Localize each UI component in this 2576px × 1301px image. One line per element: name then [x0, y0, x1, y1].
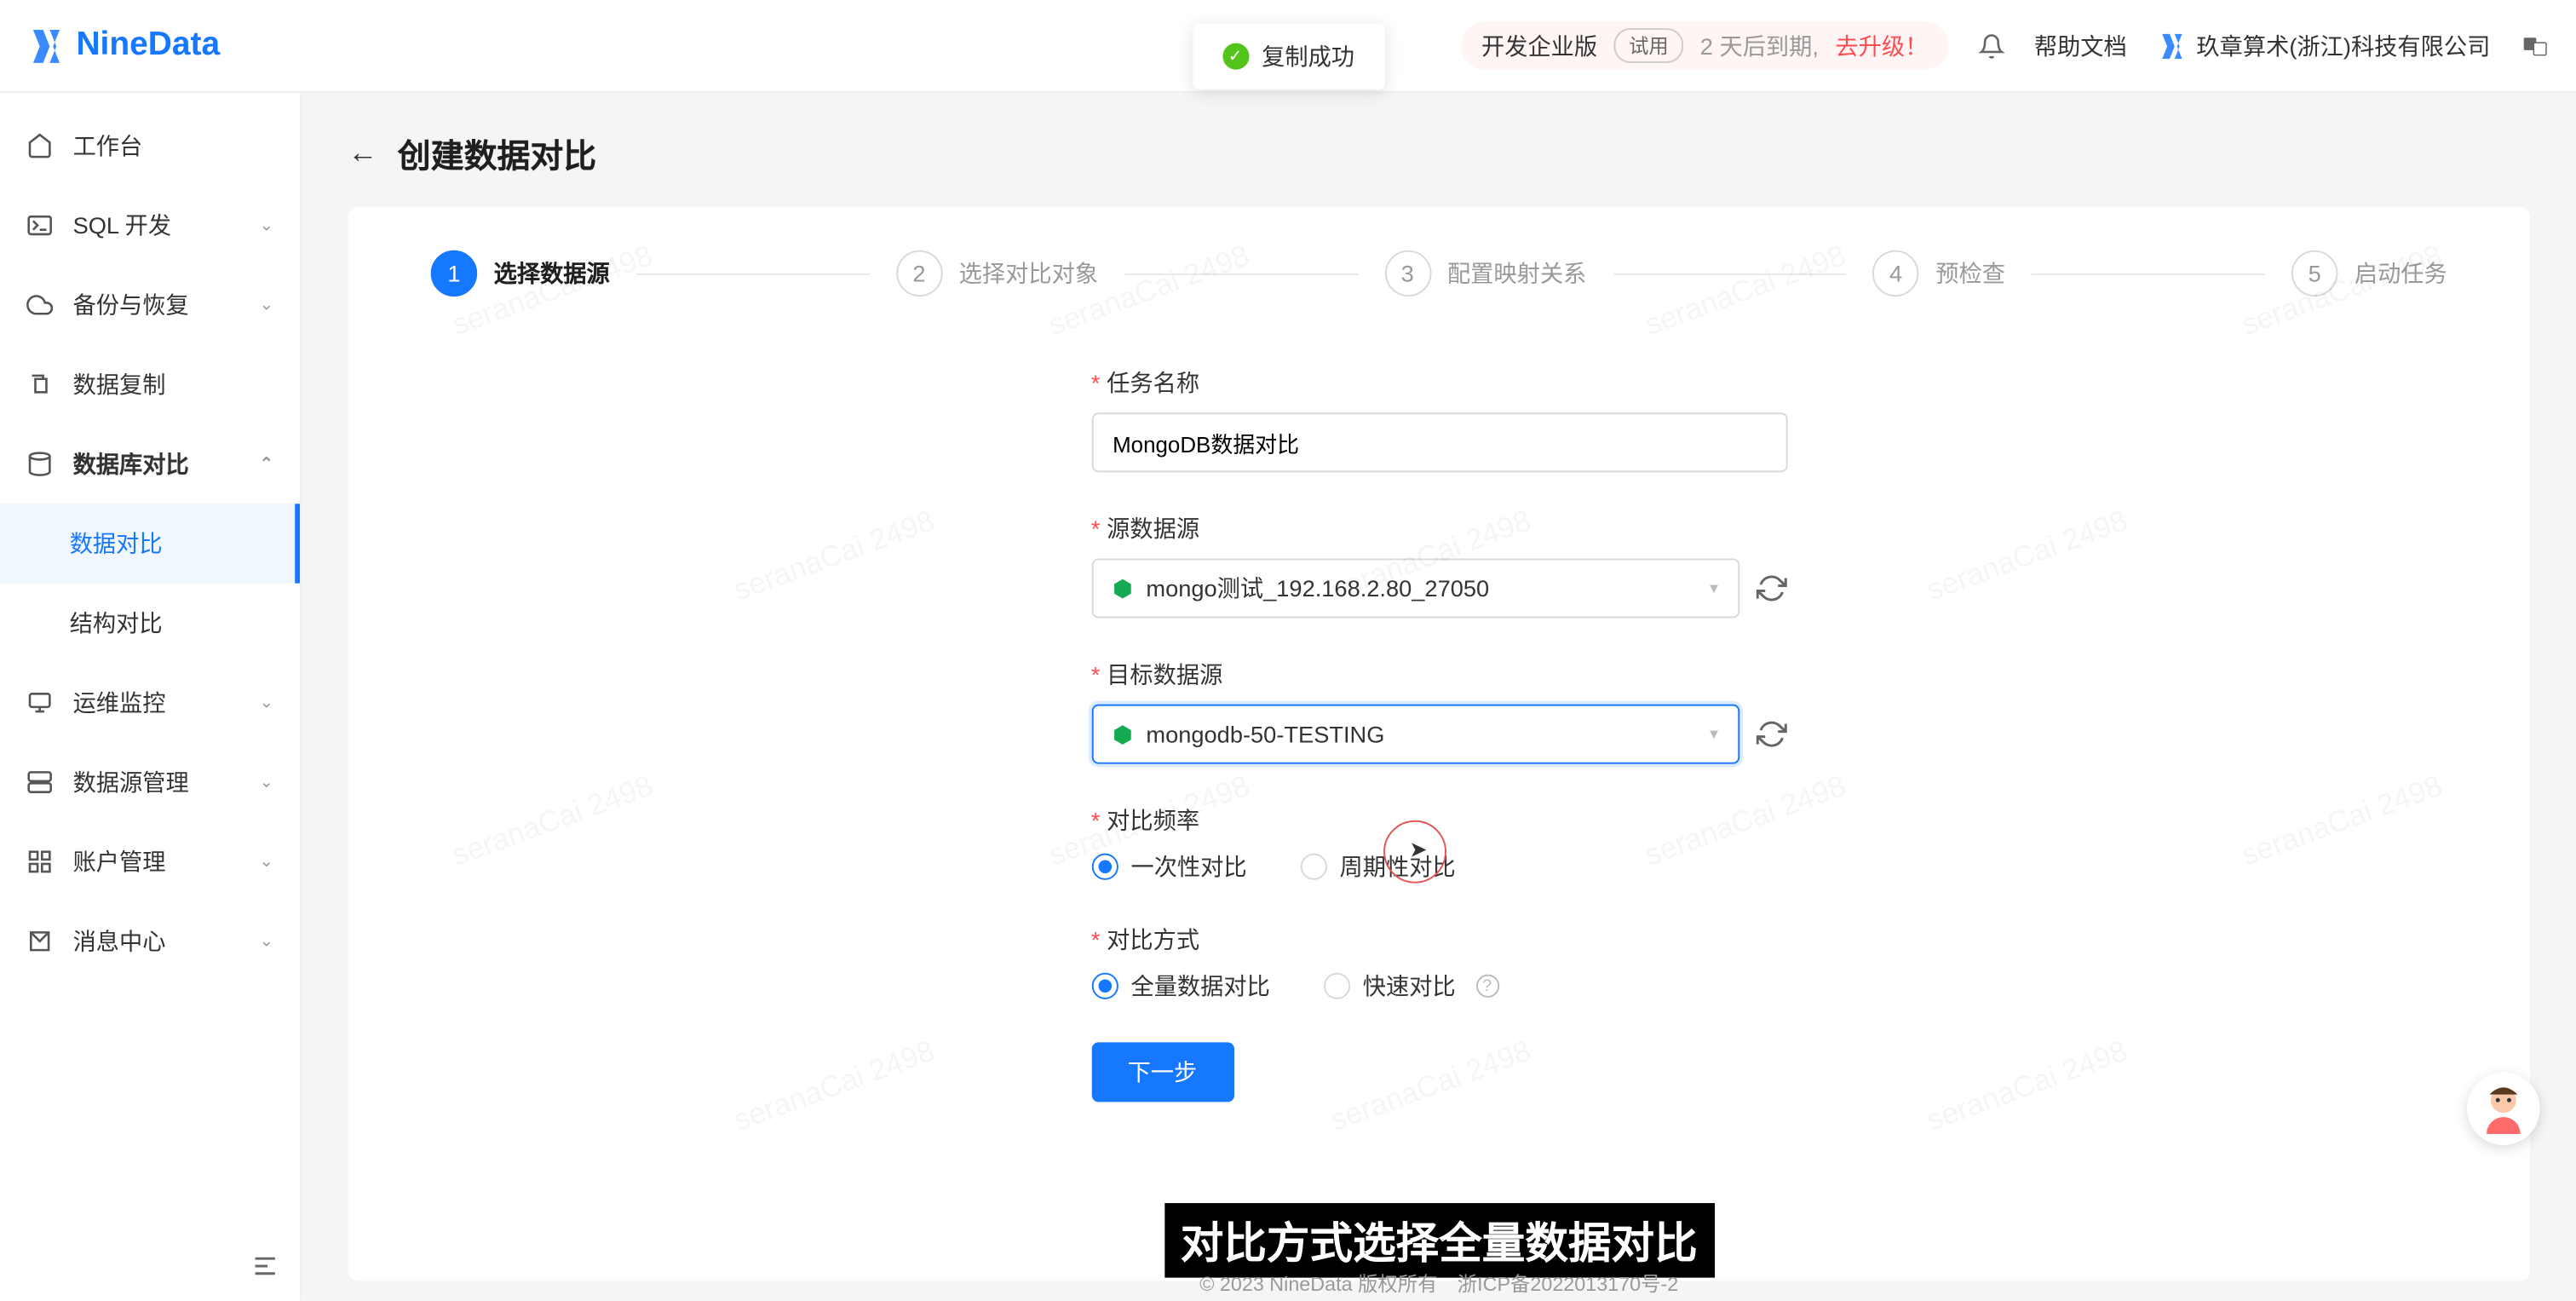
footer-copyright: © 2023 NineData 版权所有 浙ICP备2022013170号-2 [1199, 1269, 1678, 1298]
radio-fast[interactable]: 快速对比? [1323, 970, 1498, 1003]
back-arrow-icon[interactable]: ← [348, 135, 377, 170]
sidebar-item[interactable]: SQL 开发 ⌄ [0, 186, 300, 265]
home-icon [26, 133, 53, 159]
radio-periodic[interactable]: 周期性对比 [1300, 850, 1456, 884]
chevron-down-icon: ⌄ [260, 216, 273, 234]
chevron-down-icon: ⌄ [260, 296, 273, 314]
chevron-down-icon: ▾ [1710, 725, 1718, 743]
account-icon [26, 849, 53, 875]
sidebar: 工作台SQL 开发⌄备份与恢复⌄数据复制数据库对比⌃数据对比结构对比运维监控⌄数… [0, 93, 302, 1301]
copy-icon [26, 371, 53, 398]
sidebar-item-label: 备份与恢复 [73, 288, 189, 321]
cloud-icon [26, 291, 53, 318]
edition-badge: 开发企业版 试用 2 天后到期, 去升级！ [1462, 21, 1948, 69]
radio-full[interactable]: 全量数据对比 [1091, 970, 1270, 1003]
logo-text: NineData [76, 26, 220, 65]
mode-label: *对比方式 [1091, 923, 1787, 956]
sidebar-item[interactable]: 数据对比 [0, 504, 300, 583]
step-5: 5启动任务 [2291, 250, 2447, 296]
steps: 1选择数据源 2选择对比对象 3配置映射关系 4预检查 5启动任务 [421, 250, 2457, 296]
watermark: seranaCai 2498 [729, 1033, 939, 1138]
logo[interactable]: NineData [26, 26, 220, 66]
reload-icon[interactable] [1757, 572, 1787, 605]
page-title: 创建数据对比 [398, 130, 596, 177]
sidebar-item-label: 运维监控 [73, 686, 166, 719]
trial-tag: 试用 [1614, 28, 1684, 63]
sidebar-item[interactable]: 数据源管理 ⌄ [0, 742, 300, 821]
sidebar-item[interactable]: 账户管理 ⌄ [0, 822, 300, 901]
chevron-down-icon: ⌄ [260, 853, 273, 871]
next-button[interactable]: 下一步 [1091, 1042, 1233, 1102]
sidebar-item[interactable]: 运维监控 ⌄ [0, 663, 300, 742]
watermark: seranaCai 2498 [729, 504, 939, 608]
form-card: seranaCai 2498 seranaCai 2498 seranaCai … [348, 207, 2530, 1281]
step-4: 4预检查 [1872, 250, 2005, 296]
bell-icon[interactable] [1978, 32, 2004, 59]
terminal-icon [26, 212, 53, 239]
chevron-up-icon: ⌃ [260, 455, 273, 473]
expiry-text: 2 天后到期, [1700, 29, 1819, 62]
watermark: seranaCai 2498 [2237, 769, 2447, 873]
company-icon [2157, 31, 2187, 60]
step-3: 3配置映射关系 [1384, 250, 1586, 296]
upgrade-link[interactable]: 去升级！ [1835, 29, 1928, 62]
edition-text: 开发企业版 [1481, 29, 1597, 62]
avatar-icon [2475, 1080, 2532, 1137]
sidebar-item-label: 数据复制 [73, 368, 166, 401]
db-icon [26, 451, 53, 477]
watermark: seranaCai 2498 [1923, 504, 2132, 608]
toast-text: 复制成功 [1262, 40, 1354, 73]
company-text: 玖章算术(浙江)科技有限公司 [2196, 29, 2490, 62]
monitor-icon [26, 689, 53, 716]
check-icon: ✓ [1222, 43, 1248, 70]
step-1: 1选择数据源 [431, 250, 610, 296]
logo-icon [26, 26, 66, 66]
sidebar-item-label: 消息中心 [73, 924, 166, 958]
step-2: 2选择对比对象 [896, 250, 1098, 296]
chevron-down-icon: ▾ [1710, 579, 1718, 597]
frequency-label: *对比频率 [1091, 803, 1787, 837]
watermark: seranaCai 2498 [448, 769, 658, 873]
sidebar-item[interactable]: 数据库对比 ⌃ [0, 424, 300, 504]
toast-success: ✓ 复制成功 [1192, 23, 1384, 89]
company-block[interactable]: 玖章算术(浙江)科技有限公司 [2157, 29, 2491, 62]
sidebar-item-label: 数据库对比 [73, 447, 189, 481]
source-ds-label: *源数据源 [1091, 512, 1787, 545]
chevron-down-icon: ⌄ [260, 773, 273, 791]
form: *任务名称 *源数据源 ⬢mongo测试_192.168.2.80_27050 … [1091, 366, 1787, 1102]
reload-icon[interactable] [1757, 717, 1787, 751]
collapse-icon[interactable] [250, 1251, 280, 1281]
sidebar-item-label: 账户管理 [73, 845, 166, 878]
radio-once[interactable]: 一次性对比 [1091, 850, 1247, 884]
main-content: ← 创建数据对比 seranaCai 2498 seranaCai 2498 s… [302, 93, 2576, 1301]
target-ds-label: *目标数据源 [1091, 658, 1787, 691]
task-name-label: *任务名称 [1091, 366, 1787, 400]
sidebar-item[interactable]: 备份与恢复 ⌄ [0, 265, 300, 344]
sidebar-item-label: 工作台 [73, 130, 143, 163]
sidebar-item-label: 数据对比 [70, 527, 163, 561]
target-ds-select[interactable]: ⬢mongodb-50-TESTING ▾ [1091, 705, 1739, 764]
mongodb-icon: ⬢ [1113, 574, 1133, 602]
sidebar-item-label: SQL 开发 [73, 209, 172, 242]
watermark: seranaCai 2498 [1923, 1033, 2132, 1138]
chat-avatar[interactable] [2467, 1072, 2540, 1145]
chevron-down-icon: ⌄ [260, 694, 273, 711]
info-icon[interactable]: ? [1475, 975, 1498, 998]
sidebar-item-label: 结构对比 [70, 607, 163, 640]
sidebar-item[interactable]: 数据复制 [0, 345, 300, 424]
mongodb-icon: ⬢ [1113, 720, 1133, 748]
sidebar-item[interactable]: 结构对比 [0, 584, 300, 663]
task-name-input[interactable] [1091, 412, 1787, 472]
help-link[interactable]: 帮助文档 [2034, 29, 2127, 62]
sidebar-item[interactable]: 工作台 [0, 106, 300, 185]
sidebar-item-label: 数据源管理 [73, 766, 189, 799]
subtitle-overlay: 对比方式选择全量数据对比 [1164, 1203, 1714, 1278]
chevron-down-icon: ⌄ [260, 932, 273, 950]
sidebar-item[interactable]: 消息中心 ⌄ [0, 901, 300, 981]
language-icon[interactable] [2520, 31, 2550, 60]
server-icon [26, 769, 53, 795]
source-ds-select[interactable]: ⬢mongo测试_192.168.2.80_27050 ▾ [1091, 558, 1739, 618]
message-icon [26, 928, 53, 954]
